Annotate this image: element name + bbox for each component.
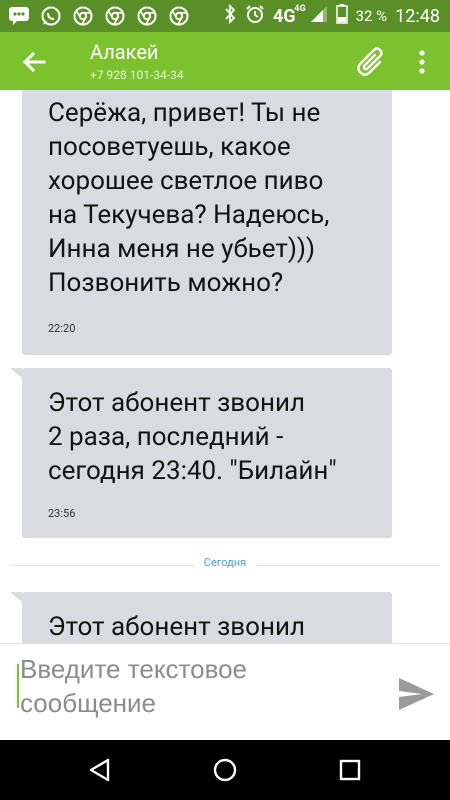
network-sup-label: 4G <box>294 3 306 14</box>
message-time: 22:20 <box>48 322 76 335</box>
chrome-icon <box>72 5 94 27</box>
nav-back-button[interactable] <box>84 754 116 786</box>
system-navigation-bar <box>0 740 450 800</box>
back-button[interactable] <box>18 46 50 78</box>
notification-icons <box>8 4 190 28</box>
network-type-label: 4G 4G <box>272 3 306 27</box>
chrome-icon <box>104 5 126 27</box>
alarm-icon <box>245 4 265 29</box>
date-divider: Сегодня <box>0 556 450 569</box>
whatsapp-icon <box>40 5 62 27</box>
chrome-icon <box>136 5 158 27</box>
message-input[interactable] <box>16 652 380 732</box>
more-vert-icon <box>419 50 425 74</box>
signal-icon <box>310 5 328 28</box>
circle-home-icon <box>213 758 237 782</box>
message-text: Этот абонент звонил <box>48 612 306 642</box>
attach-button[interactable] <box>352 44 388 80</box>
status-bar: 4G 4G 32 % 12:48 <box>0 0 450 32</box>
arrow-back-icon <box>22 51 46 73</box>
system-status: 4G 4G 32 % 12:48 <box>223 0 440 32</box>
overflow-menu-button[interactable] <box>410 48 434 76</box>
battery-percent: 32 % <box>355 7 388 25</box>
message-bubble[interactable]: Серёжа, привет! Ты не посоветуешь, какое… <box>22 90 392 355</box>
send-button[interactable] <box>396 674 436 714</box>
date-divider-label: Сегодня <box>193 556 257 569</box>
chrome-icon <box>168 5 190 27</box>
triangle-back-icon <box>89 758 110 782</box>
clock: 12:48 <box>395 5 440 27</box>
message-time: 23:56 <box>48 507 76 520</box>
message-bubble[interactable]: Этот абонент звонил <box>22 592 392 643</box>
message-text: Серёжа, привет! Ты не посоветуешь, какое… <box>48 98 330 298</box>
contact-phone: +7 928 101-34-34 <box>90 68 184 82</box>
bubble-tail <box>10 592 22 602</box>
bubble-tail <box>10 368 22 378</box>
nav-recents-button[interactable] <box>334 754 366 786</box>
conversation-header: Алакей +7 928 101-34-34 <box>0 32 450 90</box>
bluetooth-icon <box>223 3 237 29</box>
paperclip-icon <box>357 47 383 76</box>
contact-name[interactable]: Алакей <box>90 40 158 64</box>
send-icon <box>399 678 434 710</box>
message-text: Этот абонент звонил 2 раза, последний - … <box>48 388 337 486</box>
square-recents-icon <box>339 759 361 781</box>
nav-home-button[interactable] <box>209 754 241 786</box>
battery-icon <box>335 3 348 29</box>
compose-bar <box>0 643 450 741</box>
chat-bubble-icon <box>8 5 30 27</box>
message-bubble[interactable]: Этот абонент звонил 2 раза, последний - … <box>22 368 392 538</box>
message-list[interactable]: Серёжа, привет! Ты не посоветуешь, какое… <box>0 90 450 643</box>
